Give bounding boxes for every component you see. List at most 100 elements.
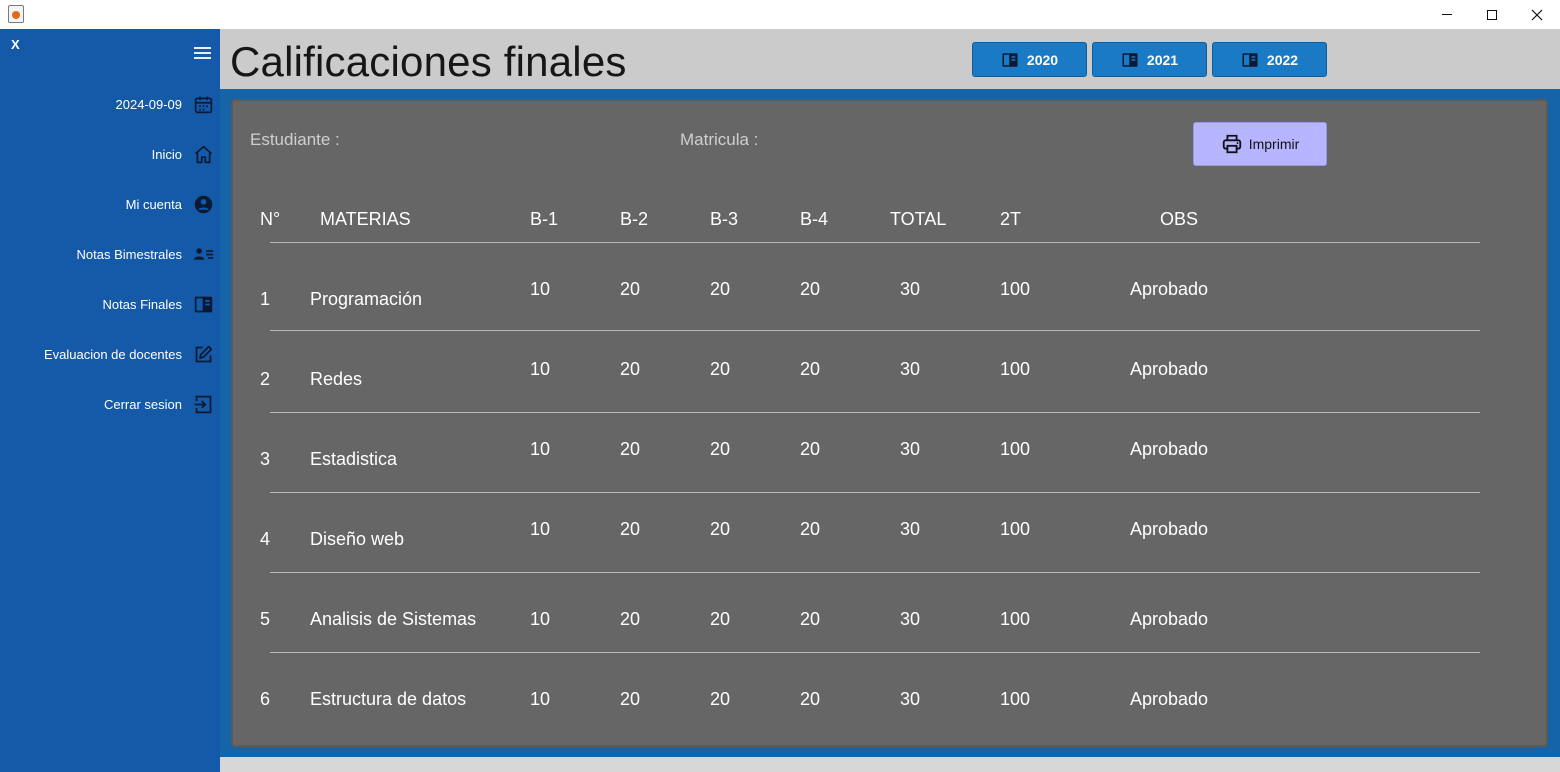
student-label: Estudiante : <box>250 130 340 149</box>
year-button-label: 2021 <box>1146 51 1179 68</box>
header-total: TOTAL <box>890 209 947 229</box>
print-button-label: Imprimir <box>1248 136 1300 152</box>
sidebar-item-notas-bimestrales[interactable]: Notas Bimestrales <box>77 242 214 266</box>
grade-total: 30 <box>900 439 921 459</box>
grade-b3: 20 <box>710 359 731 379</box>
grade-b4: 20 <box>800 519 821 539</box>
grade-b1: 10 <box>530 519 551 539</box>
sidebar-item-label: 2024-09-09 <box>115 96 183 112</box>
header-b4: B-4 <box>800 209 829 229</box>
grade-b3: 20 <box>710 609 731 629</box>
sidebar-item-label: Evaluacion de docentes <box>43 346 182 362</box>
sidebar-item-label: Mi cuenta <box>125 196 182 212</box>
header-b1: B-1 <box>530 209 559 229</box>
observation: Aprobado <box>1130 609 1209 629</box>
table-divider <box>270 652 1480 653</box>
header-b2: B-2 <box>620 209 649 229</box>
grade-b1: 10 <box>530 279 551 299</box>
row-number: 5 <box>260 609 271 629</box>
row-number: 3 <box>260 449 271 469</box>
sidebar-item-inicio[interactable]: Inicio <box>152 142 214 166</box>
grade-b3: 20 <box>710 439 731 459</box>
grade-b2: 20 <box>620 439 641 459</box>
sidebar-item-evaluacion-docentes[interactable]: Evaluacion de docentes <box>44 342 214 366</box>
grade-total: 30 <box>900 279 921 299</box>
observation: Aprobado <box>1130 439 1209 459</box>
row-number: 6 <box>260 689 271 709</box>
bottom-strip <box>220 757 1560 772</box>
sidebar-item-mi-cuenta[interactable]: Mi cuenta <box>126 192 214 216</box>
grades-panel <box>231 99 1548 747</box>
sidebar-close-button[interactable]: X <box>11 37 20 52</box>
sidebar-item-date: 2024-09-09 <box>116 92 215 116</box>
grade-b1: 10 <box>530 359 551 379</box>
matricula-label: Matricula : <box>680 130 759 149</box>
table-divider <box>270 492 1480 493</box>
year-button-2022[interactable]: 2022 <box>1212 42 1327 77</box>
subject-name: Redes <box>310 369 363 389</box>
observation: Aprobado <box>1130 359 1209 379</box>
grade-b2: 20 <box>620 359 641 379</box>
header-b3: B-3 <box>710 209 739 229</box>
grade-b2: 20 <box>620 609 641 629</box>
close-window-button[interactable] <box>1514 0 1560 29</box>
year-button-label: 2022 <box>1266 51 1299 68</box>
grade-b1: 10 <box>530 609 551 629</box>
book-icon <box>192 293 214 315</box>
observation: Aprobado <box>1130 519 1209 539</box>
book-icon <box>1002 52 1018 67</box>
minimize-button[interactable] <box>1424 0 1470 29</box>
sidebar-item-cerrar-sesion[interactable]: Cerrar sesion <box>104 392 214 416</box>
observation: Aprobado <box>1130 279 1209 299</box>
grade-total: 30 <box>900 689 921 709</box>
maximize-icon <box>1487 9 1497 20</box>
grade-2t: 100 <box>1000 279 1031 299</box>
grade-total: 30 <box>900 359 921 379</box>
edit-icon <box>192 343 214 365</box>
hamburger-menu-icon[interactable] <box>194 47 211 62</box>
print-button[interactable]: Imprimir <box>1193 122 1327 166</box>
header-2t: 2T <box>1000 209 1022 229</box>
subject-name: Estructura de datos <box>310 689 467 709</box>
grade-b4: 20 <box>800 439 821 459</box>
header-materias: MATERIAS <box>320 209 411 229</box>
close-icon <box>1531 9 1543 20</box>
year-button-2021[interactable]: 2021 <box>1092 42 1207 77</box>
grade-b3: 20 <box>710 689 731 709</box>
grade-b4: 20 <box>800 689 821 709</box>
grade-b1: 10 <box>530 689 551 709</box>
row-number: 2 <box>260 369 271 389</box>
grade-b2: 20 <box>620 279 641 299</box>
sidebar-item-label: Notas Bimestrales <box>76 246 182 262</box>
sidebar: X 2024-09-09 Inicio Mi cuenta Notas Bime… <box>0 29 220 772</box>
table-divider <box>270 572 1480 573</box>
table-divider <box>270 412 1480 413</box>
grade-b1: 10 <box>530 439 551 459</box>
grade-2t: 100 <box>1000 689 1031 709</box>
grade-2t: 100 <box>1000 609 1031 629</box>
logout-icon <box>192 393 214 415</box>
grade-b3: 20 <box>710 279 731 299</box>
subject-name: Programación <box>310 289 423 309</box>
grade-b3: 20 <box>710 519 731 539</box>
maximize-button[interactable] <box>1469 0 1515 29</box>
header: Calificaciones finales 2020 2021 2022 <box>220 29 1560 89</box>
grade-b2: 20 <box>620 519 641 539</box>
grade-b4: 20 <box>800 359 821 379</box>
sidebar-item-notas-finales[interactable]: Notas Finales <box>103 292 214 316</box>
subject-name: Diseño web <box>310 529 405 549</box>
row-number: 4 <box>260 529 271 549</box>
book-icon <box>1242 52 1258 67</box>
table-divider <box>270 330 1480 331</box>
header-n: N° <box>260 209 281 229</box>
printer-icon <box>1222 134 1241 154</box>
observation: Aprobado <box>1130 689 1209 709</box>
calendar-icon <box>192 93 214 115</box>
grade-b2: 20 <box>620 689 641 709</box>
sidebar-item-label: Notas Finales <box>102 296 182 312</box>
grade-total: 30 <box>900 519 921 539</box>
year-button-2020[interactable]: 2020 <box>972 42 1087 77</box>
home-icon <box>192 143 214 165</box>
sidebar-item-label: Inicio <box>151 146 182 162</box>
grade-2t: 100 <box>1000 519 1031 539</box>
